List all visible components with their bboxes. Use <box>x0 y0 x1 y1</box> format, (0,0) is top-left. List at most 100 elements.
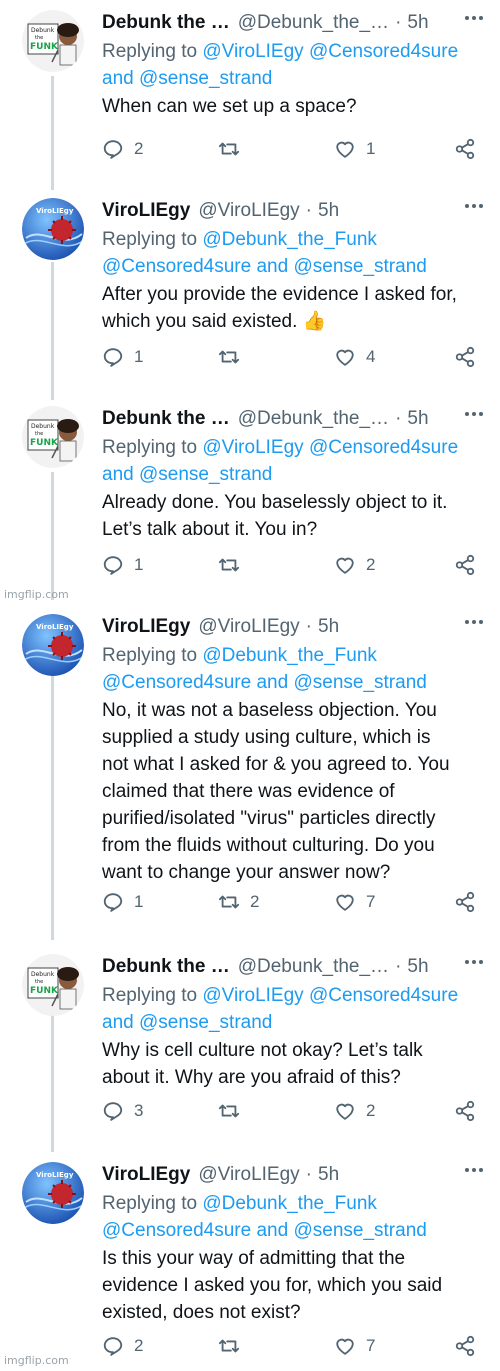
avatar-virolegy[interactable]: ViroLIEgy <box>22 614 84 676</box>
mention-link[interactable]: @sense_strand <box>139 464 272 485</box>
display-name[interactable]: ViroLIEgy <box>102 1160 190 1190</box>
more-icon[interactable] <box>462 6 486 30</box>
tweet[interactable]: Debunk the FUNK Debunk the … @Debunk_the… <box>0 396 500 604</box>
reply-button[interactable]: 3 <box>102 1100 143 1122</box>
share-button[interactable] <box>454 1335 476 1357</box>
like-count: 4 <box>366 347 376 366</box>
action-bar: 3 2 <box>102 1100 482 1126</box>
and-text: and <box>256 256 289 277</box>
more-icon[interactable] <box>462 402 486 426</box>
tweet-text-line: Let’s talk about it. You in? <box>102 519 318 540</box>
mention-link[interactable]: @Debunk_the_Funk <box>202 645 377 666</box>
reply-button[interactable]: 1 <box>102 346 143 368</box>
mention-link[interactable]: @Censored4sure <box>102 672 251 693</box>
retweet-button[interactable] <box>218 1100 250 1122</box>
user-handle[interactable]: @ViroLIEgy <box>198 612 299 642</box>
retweet-icon <box>218 142 240 156</box>
like-button[interactable]: 1 <box>334 138 375 160</box>
timestamp[interactable]: 5h <box>407 8 428 38</box>
reply-button[interactable]: 1 <box>102 891 143 913</box>
more-icon[interactable] <box>462 194 486 218</box>
user-handle[interactable]: @Debunk_the_… <box>238 952 389 982</box>
separator-dot: · <box>305 616 312 637</box>
avatar-debunk[interactable]: Debunk the FUNK <box>22 954 84 1016</box>
svg-text:FUNK: FUNK <box>30 986 59 996</box>
replying-to-label: Replying to <box>102 229 198 250</box>
replying-to: Replying to @ViroLIEgy @Censored4sure an… <box>102 982 482 1036</box>
more-icon[interactable] <box>462 1158 486 1182</box>
user-handle[interactable]: @Debunk_the_… <box>238 8 389 38</box>
reply-icon <box>103 893 123 912</box>
action-bar: 1 2 7 <box>102 891 482 917</box>
more-icon[interactable] <box>462 950 486 974</box>
mention-link[interactable]: @sense_strand <box>139 1012 272 1033</box>
avatar-debunk[interactable]: Debunk the FUNK <box>22 10 84 72</box>
retweet-button[interactable] <box>218 346 250 368</box>
share-button[interactable] <box>454 891 476 913</box>
replying-to-label: Replying to <box>102 437 198 458</box>
display-name[interactable]: ViroLIEgy <box>102 612 190 642</box>
like-button[interactable]: 2 <box>334 1100 375 1122</box>
reply-button[interactable]: 2 <box>102 1335 143 1357</box>
more-icon[interactable] <box>462 610 486 634</box>
mention-link[interactable]: @Censored4sure <box>102 256 251 277</box>
mention-link[interactable]: @ViroLIEgy @Censored4sure <box>202 41 458 62</box>
mention-link[interactable]: @sense_strand <box>293 256 426 277</box>
tweet-body: ViroLIEgy @ViroLIEgy · 5h Replying to @D… <box>102 612 482 886</box>
like-count: 2 <box>366 555 376 574</box>
reply-icon <box>103 1337 123 1356</box>
tweet[interactable]: Debunk the FUNK Debunk the … @Debunk_the… <box>0 0 500 188</box>
user-handle[interactable]: @ViroLIEgy <box>198 196 299 226</box>
retweet-button[interactable] <box>218 138 250 160</box>
share-button[interactable] <box>454 554 476 576</box>
timestamp[interactable]: 5h <box>318 1160 339 1190</box>
replying-to: Replying to @ViroLIEgy @Censored4sure an… <box>102 38 482 92</box>
mention-link[interactable]: @Censored4sure <box>102 1220 251 1241</box>
timestamp[interactable]: 5h <box>407 404 428 434</box>
tweet[interactable]: ViroLIEgy ViroLIEgy @ViroLIEgy · 5h Repl… <box>0 604 500 944</box>
like-button[interactable]: 4 <box>334 346 375 368</box>
svg-text:the: the <box>35 979 43 985</box>
mention-link[interactable]: @Debunk_the_Funk <box>202 229 377 250</box>
mention-link[interactable]: @sense_strand <box>293 1220 426 1241</box>
share-icon <box>455 138 475 160</box>
display-name[interactable]: ViroLIEgy <box>102 196 190 226</box>
tweet[interactable]: Debunk the FUNK Debunk the … @Debunk_the… <box>0 944 500 1152</box>
display-name[interactable]: Debunk the … <box>102 952 230 982</box>
reply-button[interactable]: 2 <box>102 138 143 160</box>
share-button[interactable] <box>454 1100 476 1122</box>
user-handle[interactable]: @ViroLIEgy <box>198 1160 299 1190</box>
avatar-debunk[interactable]: Debunk the FUNK <box>22 406 84 468</box>
like-button[interactable]: 7 <box>334 891 375 913</box>
tweet[interactable]: ViroLIEgy ViroLIEgy @ViroLIEgy · 5h Repl… <box>0 1152 500 1371</box>
watermark: imgflip.com <box>4 588 69 601</box>
tweet[interactable]: ViroLIEgy ViroLIEgy @ViroLIEgy · 5h Repl… <box>0 188 500 396</box>
retweet-button[interactable] <box>218 554 250 576</box>
share-button[interactable] <box>454 346 476 368</box>
share-button[interactable] <box>454 138 476 160</box>
mention-link[interactable]: @sense_strand <box>139 68 272 89</box>
display-name[interactable]: Debunk the … <box>102 404 230 434</box>
like-button[interactable]: 2 <box>334 554 375 576</box>
mention-link[interactable]: @sense_strand <box>293 672 426 693</box>
timestamp[interactable]: 5h <box>407 952 428 982</box>
svg-text:Debunk: Debunk <box>31 423 55 430</box>
share-icon <box>455 554 475 576</box>
mention-link[interactable]: @ViroLIEgy @Censored4sure <box>202 437 458 458</box>
reply-count: 3 <box>134 1101 144 1120</box>
svg-text:ViroLIEgy: ViroLIEgy <box>36 623 74 631</box>
tweet-text-line: existed, does not exist? <box>102 1302 301 1323</box>
like-button[interactable]: 7 <box>334 1335 375 1357</box>
reply-button[interactable]: 1 <box>102 554 143 576</box>
user-handle[interactable]: @Debunk_the_… <box>238 404 389 434</box>
timestamp[interactable]: 5h <box>318 196 339 226</box>
timestamp[interactable]: 5h <box>318 612 339 642</box>
display-name[interactable]: Debunk the … <box>102 8 230 38</box>
avatar-virolegy[interactable]: ViroLIEgy <box>22 198 84 260</box>
avatar-virolegy[interactable]: ViroLIEgy <box>22 1162 84 1224</box>
separator-dot: · <box>305 200 312 221</box>
mention-link[interactable]: @Debunk_the_Funk <box>202 1193 377 1214</box>
retweet-button[interactable]: 2 <box>218 891 259 913</box>
retweet-button[interactable] <box>218 1335 250 1357</box>
mention-link[interactable]: @ViroLIEgy @Censored4sure <box>202 985 458 1006</box>
